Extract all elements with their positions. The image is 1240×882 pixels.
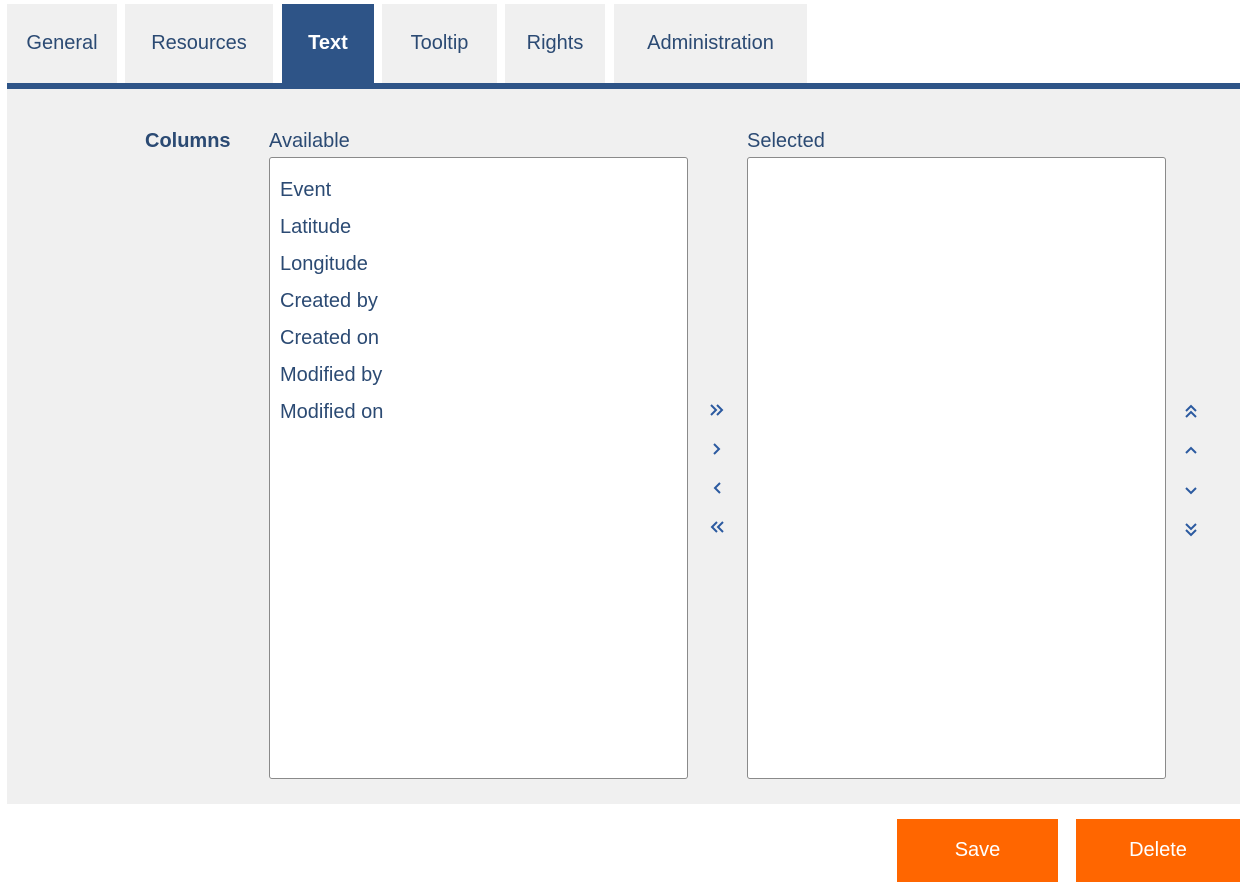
chevron-right-icon: [713, 443, 721, 455]
move-down-button[interactable]: [1176, 475, 1206, 505]
tab-label: Resources: [151, 32, 247, 54]
chevron-left-icon: [713, 482, 721, 494]
move-bottom-button[interactable]: [1176, 514, 1206, 544]
double-chevron-left-icon: [710, 521, 724, 533]
tab-text[interactable]: Text: [282, 4, 374, 83]
selected-caption: Selected: [747, 130, 825, 152]
chevron-up-icon: [1185, 446, 1197, 454]
tab-label: Tooltip: [410, 32, 469, 54]
tab-administration[interactable]: Administration: [614, 4, 807, 83]
list-item[interactable]: Event: [280, 172, 687, 209]
list-item[interactable]: Longitude: [280, 246, 687, 283]
move-left-button[interactable]: [702, 473, 732, 503]
list-item[interactable]: Created on: [280, 320, 687, 357]
list-item[interactable]: Latitude: [280, 209, 687, 246]
tab-label: General: [26, 32, 98, 54]
save-button[interactable]: Save: [897, 819, 1058, 882]
delete-button[interactable]: Delete: [1076, 819, 1240, 882]
move-right-button[interactable]: [702, 434, 732, 464]
tab-general[interactable]: General: [7, 4, 117, 83]
list-item[interactable]: Created by: [280, 283, 687, 320]
double-chevron-up-icon: [1185, 404, 1197, 418]
move-top-button[interactable]: [1176, 397, 1206, 427]
tab-label: Administration: [647, 32, 774, 54]
chevron-down-icon: [1185, 487, 1197, 495]
move-up-button[interactable]: [1176, 436, 1206, 466]
tab-tooltip[interactable]: Tooltip: [382, 4, 497, 83]
available-listbox[interactable]: Event Latitude Longitude Created by Crea…: [269, 157, 688, 779]
tab-label: Text: [308, 32, 348, 54]
list-item[interactable]: Modified by: [280, 357, 687, 394]
double-chevron-right-icon: [710, 404, 724, 416]
tab-label: Rights: [526, 32, 584, 54]
columns-label: Columns: [145, 130, 231, 152]
tab-rights[interactable]: Rights: [505, 4, 605, 83]
selected-listbox[interactable]: [747, 157, 1166, 779]
list-item[interactable]: Modified on: [280, 394, 687, 431]
double-chevron-down-icon: [1185, 523, 1197, 537]
move-all-left-button[interactable]: [702, 512, 732, 542]
tab-resources[interactable]: Resources: [125, 4, 273, 83]
move-all-right-button[interactable]: [702, 395, 732, 425]
available-caption: Available: [269, 130, 350, 152]
